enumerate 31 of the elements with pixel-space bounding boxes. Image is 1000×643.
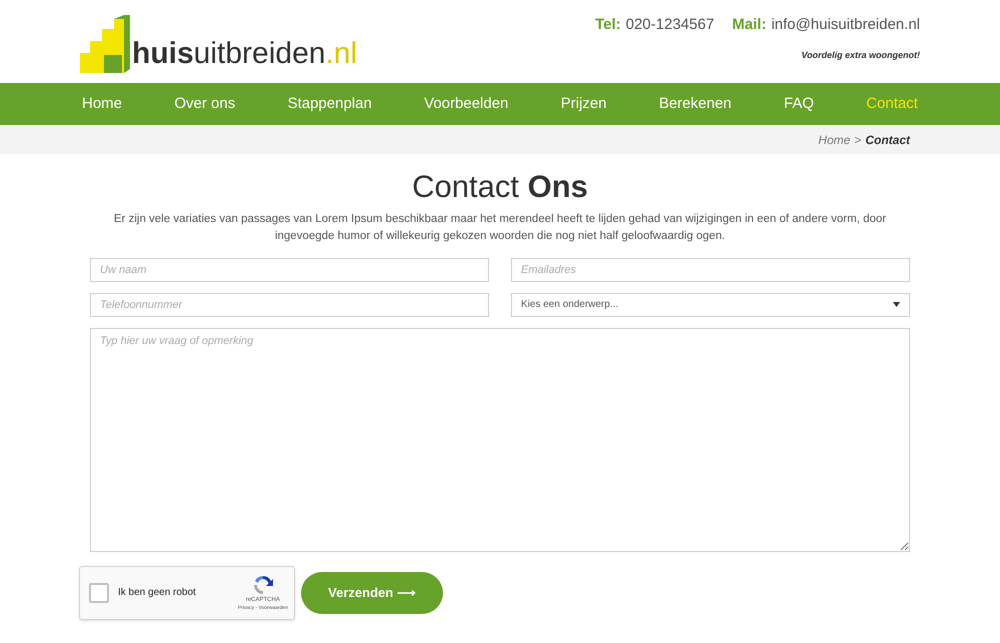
email-link[interactable]: info@huisuitbreiden.nl [771, 14, 920, 36]
breadcrumb-separator: > [854, 132, 862, 148]
logo-text[interactable]: huisuitbreiden [132, 39, 326, 73]
name-field[interactable]: Uw naam [90, 258, 489, 282]
send-button[interactable]: Verzenden ⟶ [301, 572, 443, 614]
email-field[interactable]: Emailadres [511, 258, 910, 282]
subject-dropdown[interactable]: Kies een onderwerp... [511, 292, 910, 317]
phone-field[interactable]: Telefoonnummer [90, 292, 489, 317]
dropdown-caret-icon [893, 302, 900, 308]
captcha-checkbox[interactable] [89, 582, 109, 603]
nav-link[interactable]: Over ons [174, 92, 236, 116]
nav-link[interactable]: Contact [866, 92, 918, 116]
nav-link[interactable]: Berekenen [658, 92, 732, 116]
message-field[interactable]: Typ hier uw vraag of opmerking [90, 328, 910, 552]
stairs-logo-icon [80, 15, 130, 73]
breadcrumb-link[interactable]: Home [818, 130, 850, 148]
phone-number[interactable]: 020-1234567 [626, 14, 714, 36]
nav-link[interactable]: FAQ [784, 92, 814, 116]
intro-paragraph: Er zijn vele variaties van passages van Lorem Ipsum beschikbaar maar het merendeel heeft te lijden gehad van wijzigingen in een of andere vorm, door ingevoegde humor of willekeurig gekozen woorden die nog niet half geloofwaardig ogen. [112, 212, 888, 244]
tagline: Voordelig extra woongenot! [801, 48, 920, 62]
nav-link[interactable]: Prijzen [560, 92, 607, 116]
nav-link[interactable]: Voorbeelden [424, 92, 508, 116]
logo-domain-text[interactable]: .nl [325, 39, 358, 73]
breadcrumb-current: Contact [865, 132, 910, 148]
recaptcha-logo-icon [252, 574, 274, 596]
phone-label: Tel: [595, 15, 621, 35]
captcha-label: Ik ben geen robot [118, 586, 196, 600]
mail-label: Mail: [732, 15, 766, 35]
nav-link[interactable]: Home [82, 92, 122, 116]
nav-link[interactable]: Stappenplan [288, 92, 372, 116]
page-title: Contact Ons [412, 168, 588, 206]
